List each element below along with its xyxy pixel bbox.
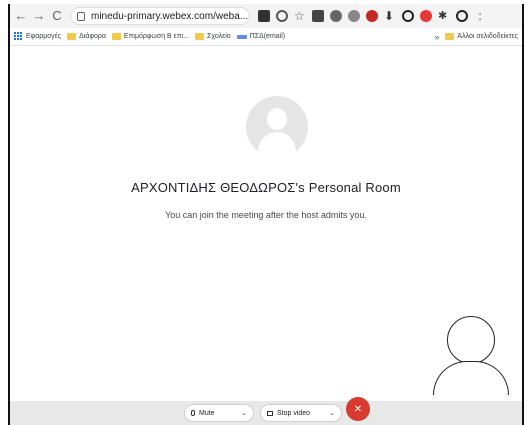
room-title: ΑΡΧΟΝΤΙΔΗΣ ΘΕΟΔΩΡΟΣ's Personal Room — [131, 180, 401, 195]
bookmark-label: Εφαρμογές — [26, 33, 62, 40]
profile-icon[interactable] — [456, 10, 468, 22]
ext-4-icon[interactable] — [402, 10, 414, 22]
folder-icon — [195, 33, 204, 40]
bookmark-label: Επιμόρφωση Β επι... — [123, 33, 189, 40]
apps-icon — [14, 32, 23, 41]
close-icon: ✕ — [353, 403, 363, 415]
folder-icon — [445, 33, 455, 40]
avatar-body — [258, 132, 296, 158]
chevron-down-icon[interactable]: ⌄ — [241, 409, 247, 417]
host-avatar — [246, 96, 308, 158]
avatar-head — [267, 108, 287, 130]
self-avatar-head-icon — [447, 316, 495, 364]
mute-button[interactable]: Mute ⌄ — [184, 404, 254, 422]
meeting-controls-bar: Mute ⌄ Stop video ⌄ ✕ — [10, 397, 522, 425]
menu-button[interactable]: : — [474, 10, 486, 22]
psd-icon — [236, 34, 247, 39]
folder-icon — [111, 33, 121, 40]
bookmark-label: Σχολείο — [207, 33, 231, 40]
lock-icon — [77, 11, 85, 21]
stop-video-button[interactable]: Stop video ⌄ — [260, 404, 342, 422]
bookmark-label: Άλλοι σελιδοδείκτες — [457, 33, 518, 40]
extension-icons: ☆ ⬇ ✱ : — [258, 10, 486, 22]
ext-5-icon[interactable] — [420, 10, 432, 22]
url-text: minedu-primary.webex.com/weba... — [91, 10, 249, 22]
reload-button[interactable]: C — [50, 7, 64, 25]
ext-2-icon[interactable] — [330, 10, 342, 22]
bookmarks-more[interactable]: » — [434, 32, 439, 42]
chevron-more-icon: » — [434, 31, 440, 42]
other-bookmarks[interactable]: Άλλοι σελιδοδείκτες — [445, 33, 518, 40]
download-icon[interactable]: ⬇ — [384, 10, 396, 22]
video-icon[interactable] — [258, 10, 270, 22]
self-avatar-body-icon — [433, 361, 509, 395]
bookmark-label: ΠΣΔ(email) — [249, 33, 286, 40]
bookmark-psd-email[interactable]: ΠΣΔ(email) — [236, 33, 286, 40]
browser-window: ← → C minedu-primary.webex.com/weba... ☆… — [8, 4, 524, 425]
stop-ext-icon[interactable] — [366, 10, 378, 22]
bookmark-epimorfosi[interactable]: Επιμόρφωση Β επι... — [111, 33, 189, 40]
mute-label: Mute — [199, 409, 215, 417]
microphone-icon — [191, 410, 195, 416]
bookmark-apps[interactable]: Εφαρμογές — [14, 32, 61, 41]
folder-icon — [67, 33, 77, 40]
bookmark-diafora[interactable]: Διάφορα — [67, 33, 106, 40]
forward-button[interactable]: → — [32, 7, 46, 25]
puzzle-icon[interactable]: ✱ — [438, 10, 450, 22]
bookmark-label: Διάφορα — [79, 33, 106, 40]
waiting-message: You can join the meeting after the host … — [165, 210, 367, 220]
self-video-preview — [426, 308, 520, 400]
chevron-down-icon[interactable]: ⌄ — [329, 409, 335, 417]
back-button[interactable]: ← — [14, 7, 28, 25]
ext-1-icon[interactable] — [312, 10, 324, 22]
address-bar[interactable]: minedu-primary.webex.com/weba... — [70, 7, 250, 25]
meeting-lobby: ΑΡΧΟΝΤΙΔΗΣ ΘΕΟΔΩΡΟΣ's Personal Room You … — [10, 46, 522, 401]
bookmark-sxoleio[interactable]: Σχολείο — [195, 33, 231, 40]
camera-icon — [267, 410, 273, 416]
search-icon[interactable] — [276, 10, 288, 22]
star-icon[interactable]: ☆ — [294, 10, 306, 22]
ext-3-icon[interactable] — [348, 10, 360, 22]
browser-toolbar: ← → C minedu-primary.webex.com/weba... ☆… — [10, 4, 522, 29]
stop-video-label: Stop video — [277, 409, 311, 417]
bookmarks-bar: Εφαρμογές Διάφορα Επιμόρφωση Β επι... Σχ… — [10, 28, 522, 46]
leave-meeting-button[interactable]: ✕ — [346, 397, 370, 421]
